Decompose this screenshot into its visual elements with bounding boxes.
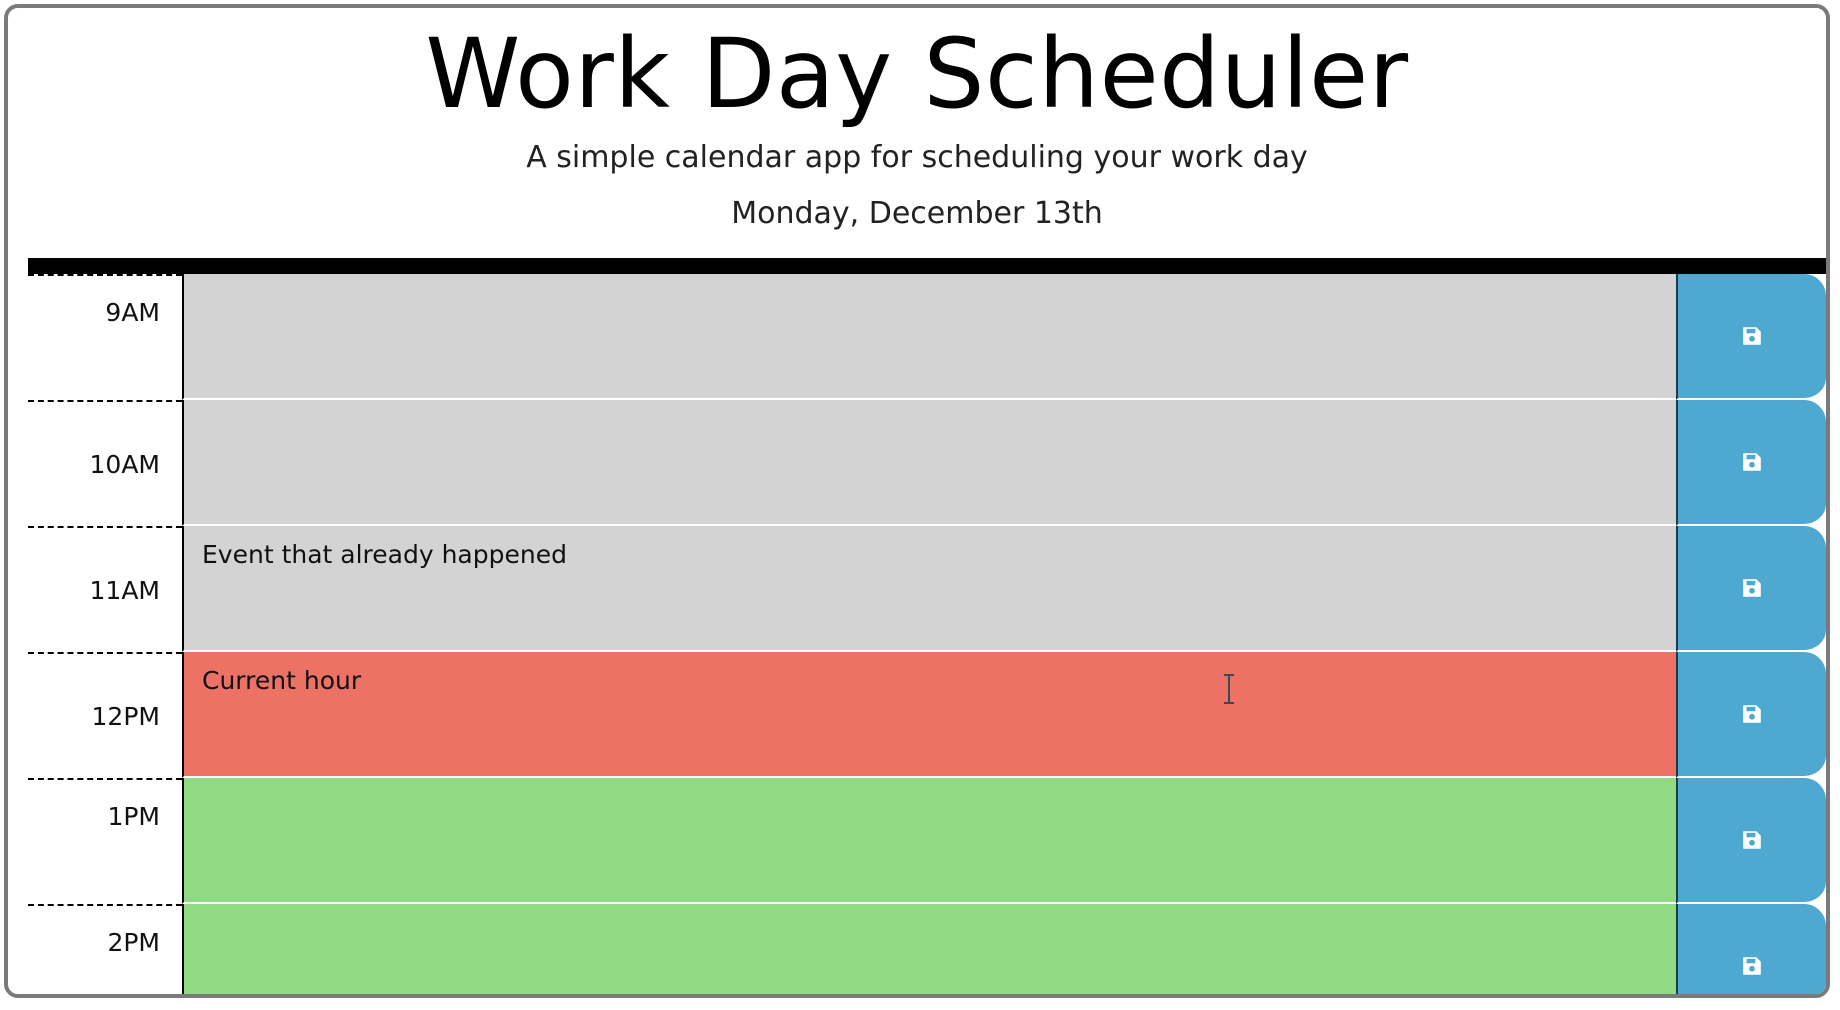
save-button[interactable] <box>1676 526 1826 652</box>
time-block-2pm: 2PM <box>28 904 1826 994</box>
page-subtitle: A simple calendar app for scheduling you… <box>526 140 1308 175</box>
event-description-input[interactable] <box>182 778 1676 904</box>
floppy-disk-icon <box>1743 453 1761 471</box>
event-description-input[interactable] <box>182 904 1676 994</box>
event-description-input[interactable] <box>182 400 1676 526</box>
time-block-9am: 9AM <box>28 274 1826 400</box>
hour-label-text: 10AM <box>89 450 160 479</box>
app-window: Work Day Scheduler A simple calendar app… <box>4 4 1830 998</box>
event-description-input[interactable]: Event that already happened <box>182 526 1676 652</box>
floppy-disk-icon <box>1743 831 1761 849</box>
header-divider <box>28 258 1826 274</box>
save-button[interactable] <box>1676 778 1826 904</box>
floppy-disk-icon <box>1743 957 1761 975</box>
time-block-list: 9AM 10AM 11AM Event that already happene… <box>28 274 1826 994</box>
time-block-10am: 10AM <box>28 400 1826 526</box>
save-button[interactable] <box>1676 400 1826 526</box>
event-description-input[interactable]: Current hour <box>182 652 1676 778</box>
time-block-1pm: 1PM <box>28 778 1826 904</box>
hour-label: 2PM <box>28 904 182 994</box>
hour-label: 12PM <box>28 652 182 778</box>
time-block-12pm: 12PM Current hour <box>28 652 1826 778</box>
hour-label: 10AM <box>28 400 182 526</box>
hour-label-text: 9AM <box>105 298 160 327</box>
floppy-disk-icon <box>1743 579 1761 597</box>
current-day: Monday, December 13th <box>731 196 1103 231</box>
floppy-disk-icon <box>1743 327 1761 345</box>
floppy-disk-icon <box>1743 705 1761 723</box>
hour-label: 11AM <box>28 526 182 652</box>
hour-label-text: 1PM <box>107 802 160 831</box>
hour-label: 9AM <box>28 274 182 400</box>
page-title: Work Day Scheduler <box>425 18 1409 130</box>
save-button[interactable] <box>1676 652 1826 778</box>
text-cursor-icon <box>1224 674 1234 704</box>
save-button[interactable] <box>1676 274 1826 400</box>
hour-label-text: 2PM <box>107 928 160 957</box>
hour-label: 1PM <box>28 778 182 904</box>
save-button[interactable] <box>1676 904 1826 994</box>
event-description-input[interactable] <box>182 274 1676 400</box>
hour-label-text: 12PM <box>91 702 160 731</box>
time-block-11am: 11AM Event that already happened <box>28 526 1826 652</box>
hour-label-text: 11AM <box>89 576 160 605</box>
